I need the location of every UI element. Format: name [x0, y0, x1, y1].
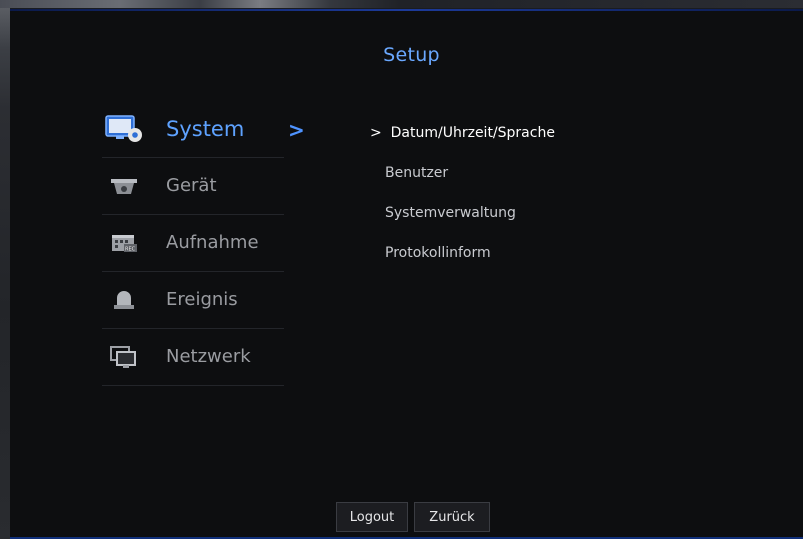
menu-item-netzwerk[interactable]: Netzwerk [102, 328, 284, 386]
menu-label-aufnahme: Aufnahme [166, 232, 259, 253]
back-button[interactable]: Zurück [414, 502, 490, 532]
monitor-gear-icon [104, 114, 144, 144]
camera-background-top [0, 0, 803, 8]
camera-background-left [0, 8, 10, 539]
network-monitors-icon [104, 342, 144, 372]
submenu-label: Datum/Uhrzeit/Sprache [390, 125, 555, 141]
menu-label-system: System [166, 116, 245, 141]
menu-label-netzwerk: Netzwerk [166, 346, 251, 367]
menu-item-system[interactable]: System [102, 100, 284, 158]
page-title: Setup [383, 44, 440, 66]
submenu-item-benutzer[interactable]: Benutzer [385, 165, 448, 181]
panel-top-border [10, 9, 803, 11]
submenu-item-datum-uhrzeit-sprache[interactable]: > Datum/Uhrzeit/Sprache [370, 125, 555, 141]
submenu-item-systemverwaltung[interactable]: Systemverwaltung [385, 205, 516, 221]
rec-calendar-icon: REC [104, 228, 144, 258]
menu-label-ereignis: Ereignis [166, 289, 238, 310]
dome-camera-icon [104, 171, 144, 201]
menu-item-ereignis[interactable]: Ereignis [102, 271, 284, 329]
active-menu-arrow: > [288, 118, 305, 142]
menu-label-geraet: Gerät [166, 175, 217, 196]
submenu-item-protokollinform[interactable]: Protokollinform [385, 245, 491, 261]
logout-button[interactable]: Logout [336, 502, 408, 532]
alarm-bell-icon [104, 285, 144, 315]
menu-item-aufnahme[interactable]: REC Aufnahme [102, 214, 284, 272]
submenu-active-marker: > [370, 125, 382, 141]
svg-text:REC: REC [125, 246, 136, 252]
menu-item-geraet[interactable]: Gerät [102, 157, 284, 215]
